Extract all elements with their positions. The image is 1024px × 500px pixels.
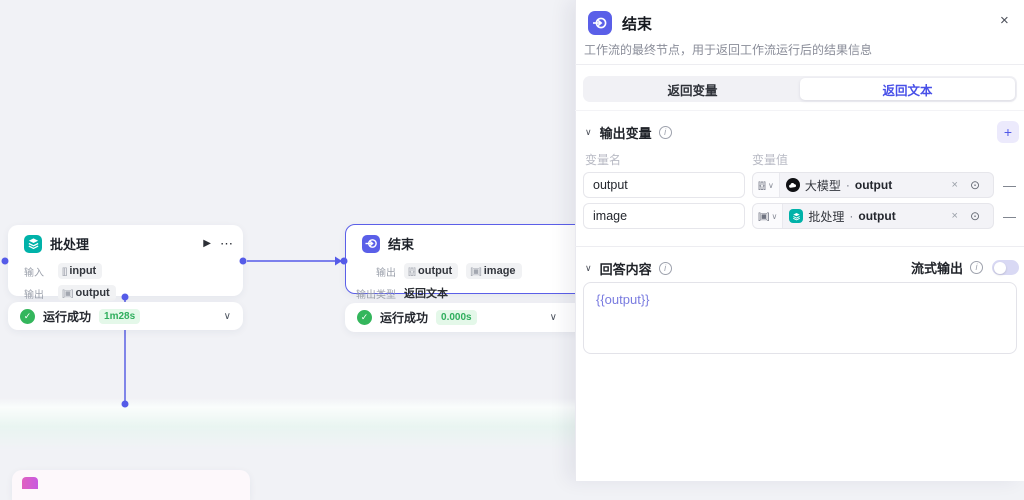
chevron-down-icon[interactable]: ∨ [224, 311, 231, 322]
batch-node-title: 批处理 [50, 234, 203, 253]
variable-name-input[interactable] [583, 203, 745, 229]
node-more-button[interactable]: ⋯ [220, 236, 233, 252]
duration-badge: 1m28s [99, 309, 140, 324]
pink-node-icon [22, 477, 38, 489]
batch-status-bar[interactable]: ✓ 运行成功 1m28s ∨ [8, 302, 243, 330]
name-column-label: 变量名 [585, 151, 752, 168]
info-icon: i [659, 126, 672, 139]
type-icon: [▣] [758, 211, 769, 222]
panel-description: 工作流的最终节点，用于返回工作流运行后的结果信息 [584, 41, 1014, 58]
bottom-partial-node[interactable] [12, 470, 250, 500]
llm-node-icon [786, 178, 800, 192]
close-icon[interactable]: × [1000, 12, 1009, 29]
variable-column-headers: 变量名 变量值 [585, 151, 1015, 168]
run-node-button[interactable]: ▶ [203, 238, 211, 249]
remove-variable-button[interactable]: — [1003, 209, 1016, 224]
answer-content-value: {{output}} [596, 292, 650, 307]
panel-header: 结束 [588, 11, 652, 35]
end-node-icon [362, 235, 380, 253]
type-icon: [{}] [758, 180, 765, 190]
type-icon: [▣] [62, 288, 73, 299]
duration-badge: 0.000s [436, 310, 477, 325]
output-vars-section-title: 输出变量 [600, 123, 652, 142]
batch-node-icon [789, 209, 803, 223]
variable-row: [▣] ∨ 批处理 · output × ⊙ — [583, 203, 1023, 229]
chevron-down-icon: ∨ [768, 181, 774, 190]
variable-row: [{}] ∨ 大模型 · output × ⊙ — [583, 172, 1023, 198]
variable-name-input[interactable] [583, 172, 745, 198]
tab-return-variables[interactable]: 返回变量 [585, 78, 800, 100]
clear-reference-icon[interactable]: × [952, 179, 958, 191]
clear-reference-icon[interactable]: × [952, 210, 958, 222]
answer-content-textarea[interactable]: {{output}} [583, 282, 1017, 354]
chevron-down-icon: ∨ [772, 212, 778, 221]
remove-variable-button[interactable]: — [1003, 178, 1016, 193]
batch-output-row: 输出 [▣] output [8, 283, 243, 303]
end-output-type-row: 输出类型 返回文本 [346, 283, 592, 303]
stream-output-toggle[interactable] [992, 260, 1019, 275]
chevron-down-icon[interactable]: ∨ [550, 312, 557, 323]
add-variable-button[interactable]: + [997, 121, 1019, 143]
end-node-title: 结束 [388, 234, 582, 253]
type-select[interactable]: [▣] ∨ [753, 204, 783, 228]
variable-value-field: [▣] ∨ 批处理 · output × ⊙ [752, 203, 994, 229]
variable-reference-chip[interactable]: 大模型 · output × ⊙ [780, 177, 993, 194]
locate-node-icon[interactable]: ⊙ [970, 209, 980, 223]
batch-output-tag[interactable]: [▣] output [58, 285, 116, 301]
variable-reference-chip[interactable]: 批处理 · output × ⊙ [783, 208, 993, 225]
info-icon: i [970, 261, 983, 274]
success-check-icon: ✓ [20, 309, 35, 324]
end-node-config-panel [575, 0, 1024, 481]
collapse-chevron-icon[interactable]: ∨ [585, 127, 592, 138]
success-check-icon: ✓ [357, 310, 372, 325]
locate-node-icon[interactable]: ⊙ [970, 178, 980, 192]
batch-node-icon [24, 235, 42, 253]
stream-output-label: 流式输出 [911, 258, 963, 277]
stream-output-control: 流式输出 i [0, 258, 1019, 277]
variable-value-field: [{}] ∨ 大模型 · output × ⊙ [752, 172, 994, 198]
type-select[interactable]: [{}] ∨ [753, 173, 780, 197]
end-panel-icon [588, 11, 612, 35]
tab-return-text[interactable]: 返回文本 [800, 78, 1015, 100]
output-type-value: 返回文本 [404, 285, 448, 301]
panel-title: 结束 [622, 13, 652, 34]
return-mode-tabbar: 返回变量 返回文本 [583, 76, 1017, 102]
end-status-bar[interactable]: ✓ 运行成功 0.000s ∨ [345, 303, 593, 332]
value-column-label: 变量值 [752, 151, 788, 168]
